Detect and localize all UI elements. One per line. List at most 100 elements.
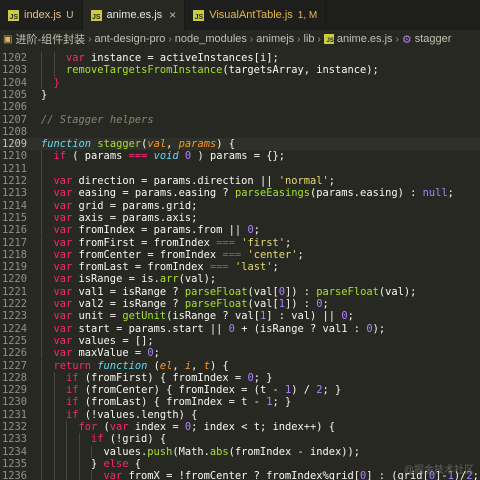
code-line[interactable]: 1228 if (fromFirst) { fromIndex = 0; }	[0, 371, 480, 385]
line-number: 1210	[1, 150, 27, 163]
code-line[interactable]: 1208	[0, 126, 480, 138]
javascript-file-icon: JS	[193, 9, 205, 21]
code-line[interactable]: 1207 // Stagger helpers	[0, 114, 480, 126]
code-line[interactable]: 1215 var axis = params.axis;	[0, 211, 480, 225]
code-line[interactable]: 1212 var direction = params.direction || …	[0, 175, 480, 188]
code-text: removeTargetsFromInstance(targetsArray, …	[66, 64, 379, 77]
indent-guide	[53, 433, 55, 446]
code-line[interactable]: 1218 var fromCenter = fromIndex === 'cent…	[0, 248, 480, 262]
indent-guide	[41, 175, 42, 188]
code-line[interactable]: 1221 var val1 = isRange ? parseFloat(val[…	[0, 285, 480, 298]
code-text: var val1 = isRange ? parseFloat(val[0]) …	[53, 285, 417, 298]
code-text: var easing = params.easing ? parseEasing…	[53, 187, 454, 200]
code-line[interactable]: 1204}	[0, 76, 480, 89]
indent-guide	[41, 52, 42, 65]
indent-guide	[41, 248, 42, 262]
code-text: var instance = activeInstances[i];	[66, 52, 279, 64]
chevron-right-icon: ›	[395, 33, 399, 45]
code-line[interactable]: 1211	[0, 162, 480, 175]
code-text: }	[41, 88, 48, 101]
breadcrumb-item[interactable]: node_modules	[175, 33, 247, 45]
code-line[interactable]: 1216 var fromIndex = params.from || 0;	[0, 224, 480, 237]
javascript-file-icon: JS	[90, 9, 102, 21]
code-line[interactable]: 1232 for (var index = 0; index < t; index…	[0, 421, 480, 434]
indent-guide	[41, 347, 42, 360]
tab-label: index.js	[24, 9, 62, 21]
code-line[interactable]: 1202 var instance = activeInstances[i];	[0, 52, 480, 65]
code-line[interactable]: 1203 removeTargetsFromInstance(targetsArr…	[0, 64, 480, 77]
indent-guide	[41, 162, 42, 175]
breadcrumb-item[interactable]: 进阶-组件封装	[15, 31, 85, 47]
watermark: @掘金技术社区	[403, 465, 474, 476]
breadcrumb-item[interactable]: stagger	[415, 33, 452, 45]
code-line[interactable]: 1206	[0, 101, 480, 113]
code-text: var axis = params.axis;	[53, 211, 198, 224]
line-number: 1204	[1, 76, 27, 89]
indent-guide	[91, 470, 92, 480]
code-line[interactable]: 1230 if (fromLast) { fromIndex = t - 1; }	[0, 396, 480, 409]
code-line[interactable]: 1226 var maxValue = 0;	[0, 347, 480, 360]
code-text: var values = [];	[53, 334, 154, 347]
indent-guide	[41, 224, 42, 237]
tab-visualanttable-js[interactable]: JS VisualAntTable.js 1, M	[185, 0, 327, 30]
indent-guide	[66, 470, 67, 480]
line-number: 1216	[1, 224, 27, 237]
code-line[interactable]: 1229 if (fromCenter) { fromIndex = (t - 1…	[0, 384, 480, 397]
code-line[interactable]: 1234 values.push(Math.abs(fromIndex - ind…	[0, 445, 480, 458]
indent-guide	[41, 310, 42, 323]
indent-guide	[53, 421, 55, 434]
code-line[interactable]: 1209 function stagger(val, params) {	[0, 138, 480, 151]
indent-guide	[41, 236, 42, 249]
tab-anime-es-js[interactable]: JS anime.es.js ×	[82, 0, 186, 30]
code-line[interactable]: 1227 return function (el, i, t) {	[0, 359, 480, 372]
line-number: 1229	[1, 384, 27, 397]
indent-guide	[66, 457, 67, 471]
line-number: 1228	[1, 371, 27, 384]
line-number: 1215	[1, 211, 27, 224]
code-line[interactable]: 1222 var val2 = isRange ? parseFloat(val[…	[0, 298, 480, 311]
code-line[interactable]: 1213 var easing = params.easing ? parseEa…	[0, 187, 480, 200]
code-text: var unit = getUnit(isRange ? val[1] : va…	[53, 310, 354, 323]
indent-guide	[41, 261, 42, 274]
code-editor[interactable]: 1202 var instance = activeInstances[i]; 12…	[0, 48, 480, 480]
code-line[interactable]: 1225 var values = [];	[0, 334, 480, 348]
code-text: var fromIndex = params.from || 0;	[53, 224, 260, 237]
code-line[interactable]: 1217 var fromFirst = fromIndex === 'first…	[0, 236, 480, 249]
code-line[interactable]: 1205}	[0, 89, 480, 101]
code-line[interactable]: 1224 var start = params.start || 0 + (isR…	[0, 322, 480, 335]
code-line[interactable]: 1210 if ( params === void 0 ) params = {}…	[0, 150, 480, 163]
line-number: 1235	[1, 457, 27, 470]
code-line[interactable]: 1214 var grid = params.grid;	[0, 199, 480, 212]
code-line[interactable]: 1223 var unit = getUnit(isRange ? val[1] …	[0, 310, 480, 323]
close-icon[interactable]: ×	[169, 8, 176, 22]
line-number: 1230	[1, 396, 27, 409]
indent-guide	[41, 298, 42, 311]
code-line[interactable]: 1220 var isRange = is.arr(val);	[0, 273, 480, 286]
indent-guide	[41, 470, 42, 480]
breadcrumb-item[interactable]: anime.es.js	[337, 33, 393, 45]
indent-guide	[53, 470, 55, 480]
code-line[interactable]: 1233 if (!grid) {	[0, 433, 480, 446]
code-line[interactable]: 1231 if (!values.length) {	[0, 408, 480, 421]
code-text: for (var index = 0; index < t; index++) …	[78, 421, 336, 433]
tab-index-js[interactable]: JS index.js U	[0, 0, 83, 30]
breadcrumb-item[interactable]: ant-design-pro	[94, 33, 165, 45]
indent-guide	[53, 396, 55, 409]
indent-guide	[53, 408, 55, 421]
indent-guide	[41, 76, 42, 89]
code-text: if ( params === void 0 ) params = {};	[53, 150, 286, 163]
code-text: if (fromCenter) { fromIndex = (t - 1) / …	[66, 384, 342, 397]
tab-label: anime.es.js	[106, 9, 163, 21]
code-text: var fromFirst = fromIndex === 'first';	[53, 236, 292, 249]
javascript-file-icon: JS	[323, 34, 334, 44]
indent-guide	[91, 445, 92, 458]
code-line[interactable]: 1219 var fromLast = fromIndex === 'last';	[0, 261, 480, 274]
code-text: if (fromFirst) { fromIndex = 0; }	[66, 371, 273, 384]
line-number: 1220	[1, 273, 27, 286]
javascript-file-icon: JS	[8, 9, 19, 21]
code-text: // Stagger helpers	[41, 113, 154, 126]
indent-guide	[41, 421, 42, 434]
line-number: 1223	[1, 310, 27, 323]
breadcrumb-item[interactable]: lib	[304, 33, 315, 45]
breadcrumb-item[interactable]: animejs	[256, 33, 294, 45]
